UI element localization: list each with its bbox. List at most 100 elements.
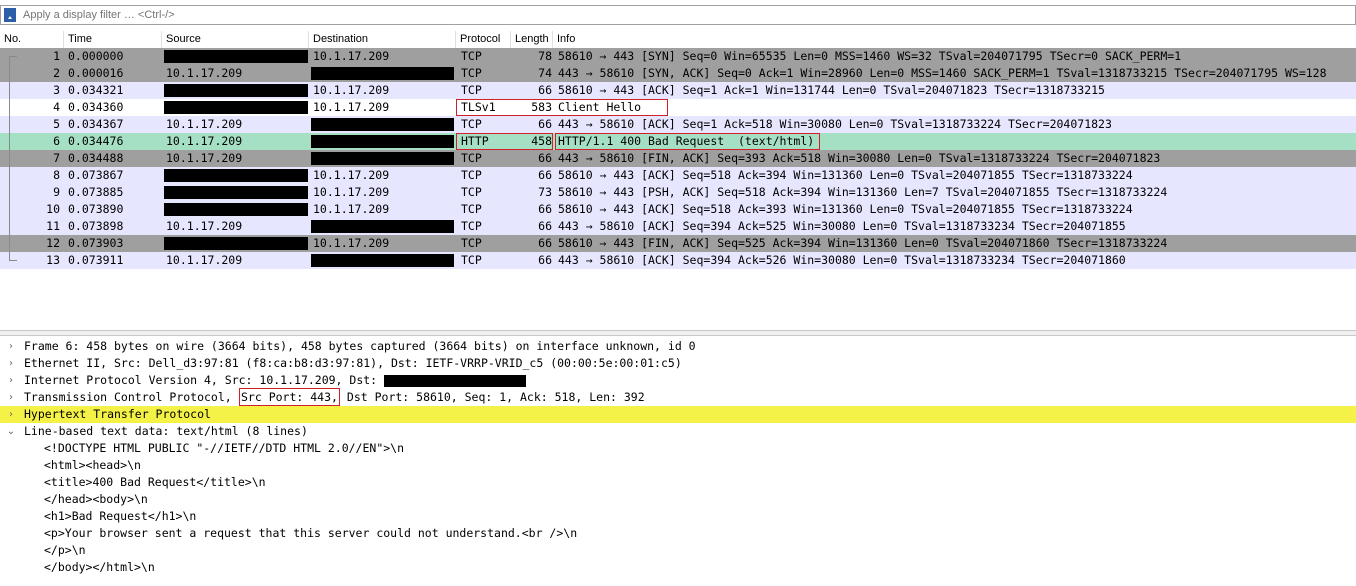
detail-frame[interactable]: › Frame 6: 458 bytes on wire (3664 bits),… [0,338,1356,355]
packet-length: 78 [538,49,552,63]
packet-protocol: TCP [461,49,482,63]
packet-info: 58610 → 443 [ACK] Seq=1 Ack=1 Win=131744… [558,83,1105,97]
packet-row[interactable]: 8 0.073867 10.1.17.209 TCP 66 58610 → 443 [AC… [0,167,1356,184]
packet-row[interactable]: 11 0.073898 10.1.17.209 TCP 66 443 → 58610 [A… [0,218,1356,235]
detail-tcp[interactable]: › Transmission Control Protocol, Src Port… [0,388,1356,406]
packet-source: 10.1.17.209 [166,134,243,148]
packet-time: 0.073898 [68,219,124,233]
column-info[interactable]: Info [553,31,1356,48]
html-line-text: <h1>Bad Request</h1>\n [44,509,197,523]
redacted-destination [311,67,454,80]
detail-line-based-text: Line-based text data: text/html (8 lines… [24,424,308,438]
packet-source: 10.1.17.209 [166,66,243,80]
html-line-text: </body></html>\n [44,560,155,574]
packet-length: 66 [538,253,552,267]
packet-list-header: No. Time Source Destination Protocol Len… [0,31,1356,49]
packet-length: 74 [538,66,552,80]
packet-time: 0.073867 [68,168,124,182]
packet-info: 58610 → 443 [ACK] Seq=518 Ack=394 Win=13… [558,168,1133,182]
detail-text-line[interactable]: <p>Your browser sent a request that this… [0,525,1356,542]
detail-ethernet-text: Ethernet II, Src: Dell_d3:97:81 (f8:ca:b… [24,356,682,370]
packet-info: 443 → 58610 [SYN, ACK] Seq=0 Ack=1 Win=2… [558,66,1327,80]
detail-text-line[interactable]: </head><body>\n [0,491,1356,508]
packet-row[interactable]: 4 0.034360 10.1.17.209 TLSv1 583 Client Hello [0,99,1356,116]
tcp-label: Transmission Control Protocol, [24,390,239,404]
packet-row[interactable]: 3 0.034321 10.1.17.209 TCP 66 58610 → 443 [AC… [0,82,1356,99]
collapsed-chevron-icon[interactable]: › [6,389,16,406]
packet-length: 73 [538,185,552,199]
packet-protocol: TCP [461,253,482,267]
detail-text-line[interactable]: </body></html>\n [0,559,1356,576]
redacted-source [164,237,308,250]
packet-row[interactable]: 9 0.073885 10.1.17.209 TCP 73 58610 → 443 [PS… [0,184,1356,201]
redacted-destination [311,220,454,233]
packet-row[interactable]: 10 0.073890 10.1.17.209 TCP 66 58610 → 443 [A… [0,201,1356,218]
packet-row[interactable]: 7 0.034488 10.1.17.209 TCP 66 443 → 58610 [FI… [0,150,1356,167]
packet-source: 10.1.17.209 [166,253,243,267]
detail-text-line[interactable]: <title>400 Bad Request</title>\n [0,474,1356,491]
detail-ip[interactable]: › Internet Protocol Version 4, Src: 10.1.… [0,372,1356,389]
packet-row[interactable]: 13 0.073911 10.1.17.209 TCP 66 443 → 58610 [A… [0,252,1356,269]
packet-length: 66 [538,151,552,165]
detail-text-line[interactable]: <h1>Bad Request</h1>\n [0,508,1356,525]
packet-row[interactable]: 2 0.000016 10.1.17.209 TCP 74 443 → 58610 [SY… [0,65,1356,82]
redacted-destination [311,152,454,165]
packet-row[interactable]: 1 0.000000 10.1.17.209 TCP 78 58610 → 443 [SY… [0,48,1356,65]
highlight-box-http-info [555,133,820,150]
column-length[interactable]: Length [511,31,553,48]
packet-destination: 10.1.17.209 [313,168,390,182]
column-source[interactable]: Source [162,31,309,48]
detail-ip-text: Internet Protocol Version 4, Src: 10.1.1… [24,373,378,387]
detail-http[interactable]: › Hypertext Transfer Protocol [0,406,1356,423]
packet-destination: 10.1.17.209 [313,185,390,199]
redacted-source [164,186,308,199]
packet-time: 0.073890 [68,202,124,216]
detail-text-line[interactable]: </p>\n [0,542,1356,559]
redacted-source [164,101,308,114]
highlight-box-tls [456,99,668,116]
packet-protocol: TCP [461,168,482,182]
column-time[interactable]: Time [64,31,162,48]
html-line-text: <p>Your browser sent a request that this… [44,526,578,540]
highlight-box-http-proto [456,133,553,150]
packet-length: 66 [538,168,552,182]
collapsed-chevron-icon[interactable]: › [6,372,16,389]
packet-destination: 10.1.17.209 [313,49,390,63]
packet-time: 0.034488 [68,151,124,165]
detail-ethernet[interactable]: › Ethernet II, Src: Dell_d3:97:81 (f8:ca:… [0,355,1356,372]
column-no[interactable]: No. [0,31,64,48]
packet-row[interactable]: 5 0.034367 10.1.17.209 TCP 66 443 → 58610 [AC… [0,116,1356,133]
packet-protocol: TCP [461,151,482,165]
detail-line-based[interactable]: ⌄ Line-based text data: text/html (8 line… [0,423,1356,440]
packet-row[interactable]: 12 0.073903 10.1.17.209 TCP 66 58610 → 443 [F… [0,235,1356,252]
packet-info: 58610 → 443 [SYN] Seq=0 Win=65535 Len=0 … [558,49,1182,63]
packet-source: 10.1.17.209 [166,117,243,131]
redacted-ip-destination [384,375,526,387]
packet-destination: 10.1.17.209 [313,236,390,250]
detail-frame-text: Frame 6: 458 bytes on wire (3664 bits), … [24,339,696,353]
expanded-chevron-icon[interactable]: ⌄ [6,423,16,440]
packet-length: 66 [538,219,552,233]
collapsed-chevron-icon[interactable]: › [6,338,16,355]
pane-splitter[interactable] [0,330,1356,336]
collapsed-chevron-icon[interactable]: › [6,355,16,372]
packet-protocol: TCP [461,117,482,131]
detail-text-line[interactable]: <!DOCTYPE HTML PUBLIC "-//IETF//DTD HTML… [0,440,1356,457]
bookmark-icon[interactable] [4,8,16,22]
conversation-bracket-start [9,56,17,57]
column-destination[interactable]: Destination [309,31,456,48]
packet-time: 0.034367 [68,117,124,131]
packet-time: 0.000016 [68,66,124,80]
packet-protocol: TCP [461,185,482,199]
detail-text-line[interactable]: <html><head>\n [0,457,1356,474]
packet-source: 10.1.17.209 [166,219,243,233]
packet-time: 0.000000 [68,49,124,63]
display-filter-input[interactable] [21,7,1355,23]
display-filter-bar[interactable] [0,5,1356,25]
conversation-bracket-end [9,260,17,261]
column-protocol[interactable]: Protocol [456,31,511,48]
collapsed-chevron-icon[interactable]: › [6,406,16,423]
packet-protocol: TCP [461,66,482,80]
packet-destination: 10.1.17.209 [313,202,390,216]
packet-time: 0.073885 [68,185,124,199]
